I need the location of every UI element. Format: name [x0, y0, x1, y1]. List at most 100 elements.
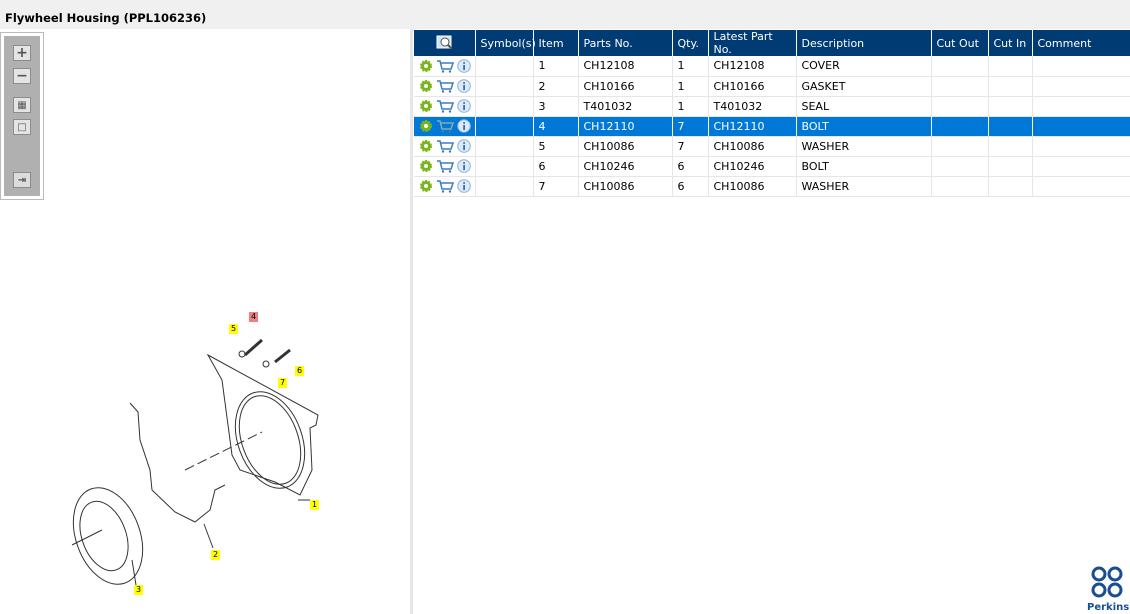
cart-icon[interactable]	[436, 139, 455, 153]
cell-description: WASHER	[796, 136, 932, 157]
info-icon[interactable]	[457, 99, 471, 113]
gear-icon[interactable]	[419, 79, 433, 93]
logo-text: Perkins	[1087, 602, 1130, 613]
col-parts-no[interactable]: Parts No.	[578, 30, 673, 56]
callout-1[interactable]: 1	[310, 500, 320, 510]
col-symbols[interactable]: Symbol(s)	[475, 30, 536, 56]
callout-2[interactable]: 2	[211, 550, 221, 560]
cell-latest-part-no: CH12110	[708, 116, 797, 137]
col-cut-in[interactable]: Cut In	[988, 30, 1033, 56]
cell-symbols	[475, 176, 534, 197]
cart-icon[interactable]	[436, 79, 455, 93]
callout-3[interactable]: 3	[134, 585, 144, 595]
exploded-diagram	[71, 338, 319, 586]
info-icon[interactable]	[457, 139, 471, 153]
actual-size-button[interactable]: □	[13, 119, 31, 135]
cell-symbols	[475, 136, 534, 157]
parts-table: Symbol(s) Item Parts No. Qty. Latest Par…	[414, 30, 1130, 197]
callout-7[interactable]: 7	[278, 378, 288, 388]
cart-icon[interactable]	[436, 99, 455, 113]
col-latest-part-no[interactable]: Latest Part No.	[708, 30, 797, 56]
cell-qty: 7	[672, 136, 709, 157]
cell-description: SEAL	[796, 96, 932, 117]
cell-item: 1	[533, 56, 579, 77]
cell-qty: 1	[672, 56, 709, 77]
info-icon[interactable]	[457, 159, 471, 173]
perkins-logo: Perkins	[1087, 565, 1130, 613]
cell-item: 2	[533, 76, 579, 97]
cell-qty: 6	[672, 176, 709, 197]
cell-cut-out	[931, 176, 989, 197]
cell-comment	[1032, 176, 1130, 197]
info-icon[interactable]	[457, 179, 471, 193]
gear-icon[interactable]	[419, 139, 433, 153]
col-cut-out[interactable]: Cut Out	[931, 30, 989, 56]
export-list-button[interactable]: ⇥	[13, 172, 31, 188]
callout-5[interactable]: 5	[229, 324, 239, 334]
cell-description: BOLT	[796, 116, 932, 137]
diagram-toolbar: + − ▦ □ ⇥	[0, 32, 44, 200]
gear-icon[interactable]	[419, 159, 433, 173]
gear-icon[interactable]	[419, 59, 433, 73]
cart-icon[interactable]	[436, 179, 455, 193]
table-row[interactable]: 4 CH12110 7 CH12110 BOLT	[414, 116, 1130, 137]
search-icon[interactable]	[414, 30, 476, 56]
title-bar: Flywheel Housing (PPL106236)	[0, 0, 1130, 29]
cell-cut-out	[931, 116, 989, 137]
cell-description: BOLT	[796, 156, 932, 177]
info-icon[interactable]	[457, 79, 471, 93]
table-row[interactable]: 1 CH12108 1 CH12108 COVER	[414, 56, 1130, 77]
zoom-out-button[interactable]: −	[13, 68, 31, 84]
cart-icon[interactable]	[436, 59, 455, 73]
table-header: Symbol(s) Item Parts No. Qty. Latest Par…	[414, 30, 1130, 56]
cell-qty: 7	[672, 116, 709, 137]
gear-icon[interactable]	[419, 179, 433, 193]
col-qty[interactable]: Qty.	[672, 30, 709, 56]
cell-cut-out	[931, 76, 989, 97]
gear-icon[interactable]	[419, 99, 433, 113]
col-item[interactable]: Item	[533, 30, 579, 56]
cell-description: COVER	[796, 56, 932, 77]
cell-comment	[1032, 56, 1130, 77]
cell-parts-no: CH10086	[578, 176, 673, 197]
fit-all-button[interactable]: ▦	[13, 97, 31, 113]
page-title: Flywheel Housing (PPL106236)	[5, 11, 207, 25]
cell-comment	[1032, 136, 1130, 157]
col-comment[interactable]: Comment	[1032, 30, 1130, 56]
cell-qty: 6	[672, 156, 709, 177]
table-row[interactable]: 7 CH10086 6 CH10086 WASHER	[414, 176, 1130, 197]
cart-icon[interactable]	[436, 159, 455, 173]
zoom-in-button[interactable]: +	[13, 45, 31, 61]
cell-parts-no: CH10246	[578, 156, 673, 177]
cell-parts-no: CH12108	[578, 56, 673, 77]
col-description[interactable]: Description	[796, 30, 932, 56]
cell-parts-no: CH10166	[578, 76, 673, 97]
cell-cut-out	[931, 56, 989, 77]
splitter[interactable]	[410, 29, 413, 614]
cell-symbols	[475, 76, 534, 97]
cell-cut-out	[931, 156, 989, 177]
callout-6[interactable]: 6	[295, 366, 305, 376]
table-row[interactable]: 5 CH10086 7 CH10086 WASHER	[414, 136, 1130, 157]
cell-latest-part-no: CH10166	[708, 76, 797, 97]
cell-cut-out	[931, 136, 989, 157]
cell-parts-no: T401032	[578, 96, 673, 117]
callout-4[interactable]: 4	[249, 312, 259, 322]
table-row[interactable]: 3 T401032 1 T401032 SEAL	[414, 96, 1130, 117]
cell-cut-in	[988, 56, 1033, 77]
cell-comment	[1032, 156, 1130, 177]
cell-item: 6	[533, 156, 579, 177]
cell-cut-in	[988, 136, 1033, 157]
gear-icon[interactable]	[419, 119, 433, 133]
table-row[interactable]: 6 CH10246 6 CH10246 BOLT	[414, 156, 1130, 177]
table-row[interactable]: 2 CH10166 1 CH10166 GASKET	[414, 76, 1130, 97]
cell-symbols	[475, 96, 534, 117]
cart-icon[interactable]	[436, 119, 455, 133]
cell-cut-in	[988, 96, 1033, 117]
cell-qty: 1	[672, 96, 709, 117]
cell-comment	[1032, 96, 1130, 117]
drawing-panel[interactable]: 1 2 3 4 5 6 7	[0, 29, 410, 614]
info-icon[interactable]	[457, 58, 471, 73]
info-icon[interactable]	[457, 119, 471, 133]
cell-item: 3	[533, 96, 579, 117]
